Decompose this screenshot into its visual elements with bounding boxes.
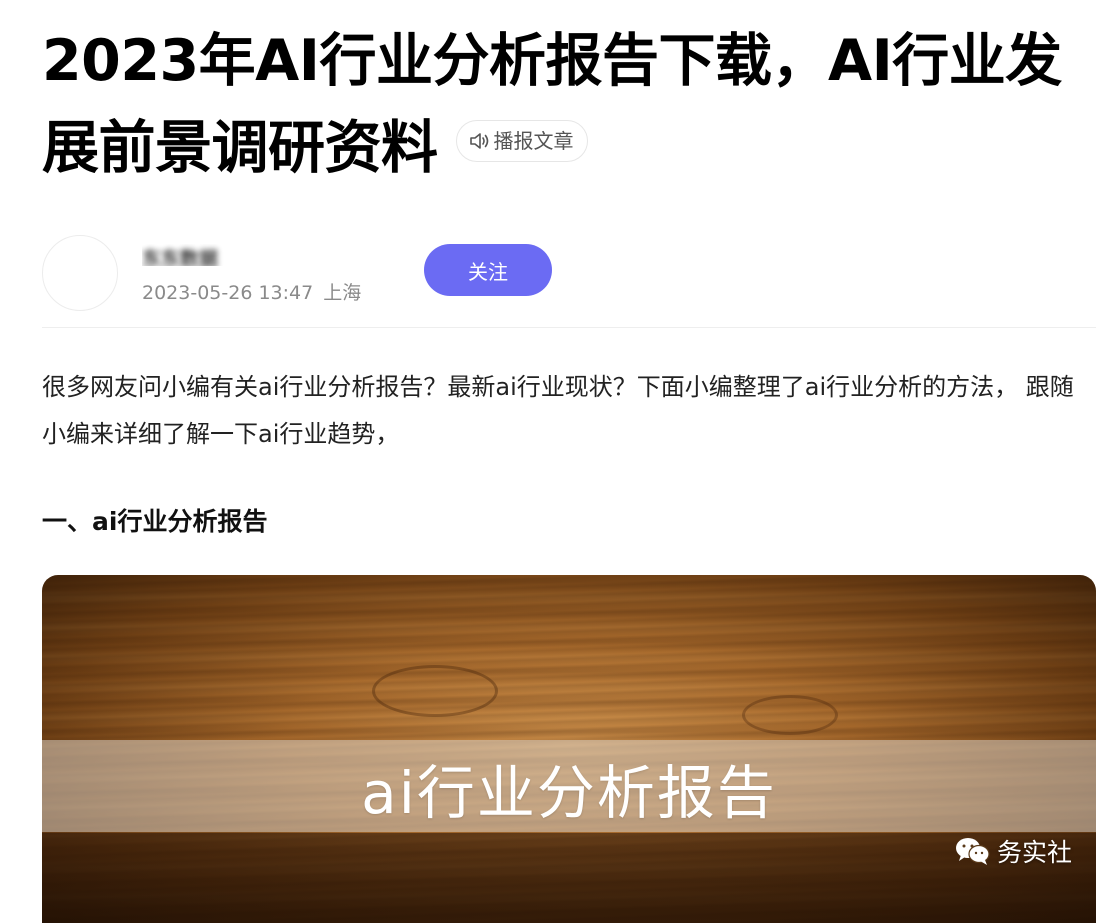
listen-article-button[interactable]: 播报文章: [455, 120, 588, 163]
image-banner: ai行业分析报告: [42, 740, 1096, 832]
image-banner-text: ai行业分析报告: [361, 759, 777, 827]
image-watermark: 务实社: [955, 833, 1072, 869]
follow-button[interactable]: 关注: [424, 244, 552, 296]
author-meta: 2023-05-26 13:47 上海: [142, 278, 361, 305]
wood-dark-band: [42, 833, 1096, 923]
section-heading: 一、ai行业分析报告: [42, 507, 268, 536]
article-intro: 很多网友问小编有关ai行业分析报告？最新ai行业现状？下面小编整理了ai行业分析…: [42, 373, 1074, 448]
watermark-text: 务实社: [996, 838, 1072, 867]
author-name[interactable]: 东东数据: [142, 244, 260, 266]
avatar[interactable]: [42, 235, 118, 311]
wood-knot: [372, 665, 498, 717]
divider: [42, 327, 1096, 328]
speaker-icon: [469, 133, 488, 150]
wood-knot: [742, 695, 838, 735]
author-row: 东东数据 2023-05-26 13:47 上海 关注: [42, 222, 1096, 322]
article-image[interactable]: ai行业分析报告 务实社: [42, 575, 1096, 923]
publish-date: 2023-05-26 13:47: [142, 282, 314, 304]
article-title: 2023年AI行业分析报告下载，AI行业发展前景调研资料 播报文章: [42, 18, 1082, 192]
author-name-text: 东东数据: [142, 248, 219, 266]
listen-article-label: 播报文章: [493, 129, 574, 154]
publish-location: 上海: [323, 282, 362, 304]
wechat-icon: [955, 838, 990, 865]
